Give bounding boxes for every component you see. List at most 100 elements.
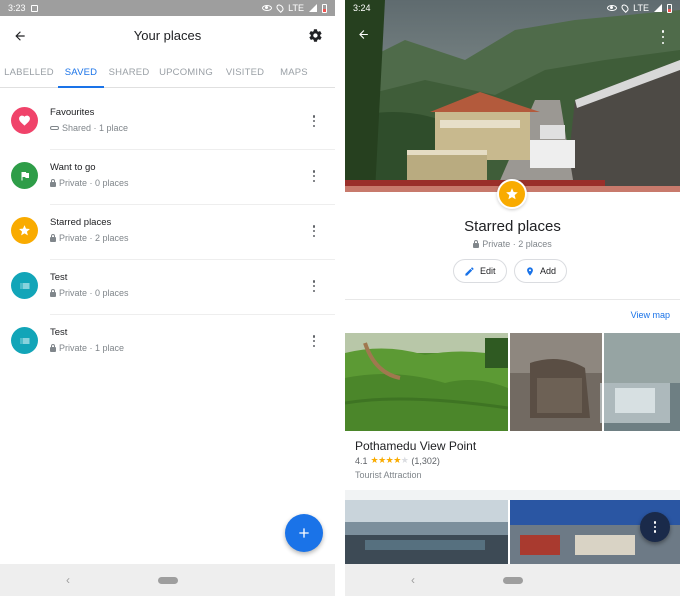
star-rating-icon: ★★★★★: [370, 455, 409, 465]
list-meta: Private · 0 places: [59, 288, 129, 298]
notification-icon: [30, 4, 38, 12]
nav-back-button[interactable]: ‹: [66, 573, 70, 587]
list-item-test[interactable]: Test Private · 0 places: [0, 260, 335, 315]
tab-saved[interactable]: SAVED: [58, 58, 104, 88]
lock-icon: [50, 233, 56, 242]
list-item-starred-places[interactable]: Starred places Private · 2 places: [0, 205, 335, 260]
screen-gap: [335, 0, 345, 596]
list-name: Test: [50, 327, 68, 338]
page-title: Your places: [133, 28, 202, 43]
pencil-icon: [465, 266, 474, 276]
lock-icon: [473, 239, 480, 248]
list-avatar: [11, 162, 38, 189]
status-bar: 3:23 LTE: [0, 0, 335, 16]
tab-upcoming[interactable]: UPCOMING: [154, 58, 218, 87]
cover-photo: [345, 0, 680, 192]
more-options-button[interactable]: [311, 333, 317, 349]
map-pin-icon: [527, 266, 533, 276]
eye-icon: [262, 5, 273, 11]
eye-icon: [607, 5, 618, 11]
list-avatar: [11, 272, 38, 299]
list-meta: Shared · 1 place: [62, 123, 129, 133]
nav-back-button[interactable]: ‹: [411, 573, 415, 587]
signal-icon: [654, 4, 662, 12]
nav-home-button[interactable]: [157, 576, 178, 584]
list-meta: Private · 1 place: [59, 343, 125, 353]
list-meta: Private · 0 places: [59, 178, 129, 188]
tab-bar: LABELLED SAVED SHARED UPCOMING VISITED M…: [0, 58, 335, 88]
view-map-link[interactable]: View map: [631, 310, 670, 320]
settings-button[interactable]: [305, 25, 325, 45]
options-fab[interactable]: [640, 512, 670, 542]
list-icon: [20, 283, 29, 288]
your-places-screen: 3:23 LTE Your places LABELLED SAVED SHAR…: [0, 0, 335, 596]
more-options-button[interactable]: [311, 113, 317, 129]
new-list-button[interactable]: [285, 514, 323, 552]
arrow-back-icon: [359, 30, 368, 39]
tab-visited[interactable]: VISITED: [218, 58, 272, 87]
star-icon: [19, 225, 30, 236]
app-bar: Your places: [0, 16, 335, 56]
tab-maps[interactable]: MAPS: [272, 58, 316, 87]
list-meta: Private · 2 places: [59, 233, 129, 243]
plus-icon: [299, 528, 309, 538]
place-rating-row: 4.1 ★★★★★ (1,302): [355, 455, 440, 466]
list-badge: [497, 179, 527, 209]
starred-places-screen: 3:24 LTE Starred places Private · 2 plac…: [345, 0, 680, 596]
list-avatar: [11, 107, 38, 134]
more-options-button[interactable]: [311, 168, 317, 184]
battery-icon: [667, 3, 672, 13]
list-meta-row: Private · 2 places: [345, 239, 680, 249]
status-bar: 3:24 LTE: [345, 0, 680, 16]
list-item-favourites[interactable]: Favourites Shared · 1 place: [0, 95, 335, 150]
system-nav-bar: ‹: [345, 564, 680, 596]
tab-labelled[interactable]: LABELLED: [0, 58, 58, 87]
more-options-button[interactable]: [660, 30, 666, 44]
list-name: Test: [50, 272, 68, 283]
gear-icon: [308, 28, 322, 42]
list-name: Favourites: [50, 107, 95, 118]
back-button[interactable]: [357, 28, 370, 45]
list-name: Starred places: [50, 217, 112, 228]
rating-value: 4.1: [355, 455, 368, 466]
network-label: LTE: [633, 3, 649, 13]
lock-icon: [50, 288, 56, 297]
divider: [345, 490, 680, 500]
list-avatar: [11, 327, 38, 354]
battery-icon: [322, 3, 327, 13]
place-name: Pothamedu View Point: [355, 439, 477, 453]
edit-button[interactable]: Edit: [453, 259, 507, 283]
list-title: Starred places: [464, 218, 561, 235]
star-icon: [506, 188, 518, 200]
location-icon: [275, 3, 286, 13]
more-options-button[interactable]: [311, 223, 317, 239]
review-count: (1,302): [411, 455, 440, 466]
add-button[interactable]: Add: [514, 259, 568, 283]
list-name: Want to go: [50, 162, 96, 173]
list-meta: Private · 2 places: [482, 239, 552, 249]
more-options-button[interactable]: [311, 278, 317, 294]
location-icon: [620, 3, 631, 13]
place-photos[interactable]: [345, 333, 680, 431]
place-photos[interactable]: [345, 500, 680, 564]
network-label: LTE: [288, 3, 304, 13]
list-icon: [20, 338, 29, 343]
link-icon: [50, 126, 59, 130]
heart-icon: [19, 115, 30, 126]
list-avatar: [11, 217, 38, 244]
system-nav-bar: ‹: [0, 564, 335, 596]
status-time: 3:23: [8, 3, 26, 13]
status-time: 3:24: [353, 3, 371, 13]
tab-shared[interactable]: SHARED: [104, 58, 154, 87]
signal-icon: [309, 4, 317, 12]
saved-lists: Favourites Shared · 1 place Want to go P…: [0, 95, 335, 370]
edit-label: Edit: [480, 266, 496, 276]
flag-icon: [21, 171, 29, 180]
place-card[interactable]: Pothamedu View Point 4.1 ★★★★★ (1,302) T…: [345, 333, 680, 493]
lock-icon: [50, 178, 56, 187]
place-category: Tourist Attraction: [355, 470, 422, 480]
add-label: Add: [540, 266, 557, 276]
list-item-want-to-go[interactable]: Want to go Private · 0 places: [0, 150, 335, 205]
nav-home-button[interactable]: [502, 576, 523, 584]
list-item-test[interactable]: Test Private · 1 place: [0, 315, 335, 370]
